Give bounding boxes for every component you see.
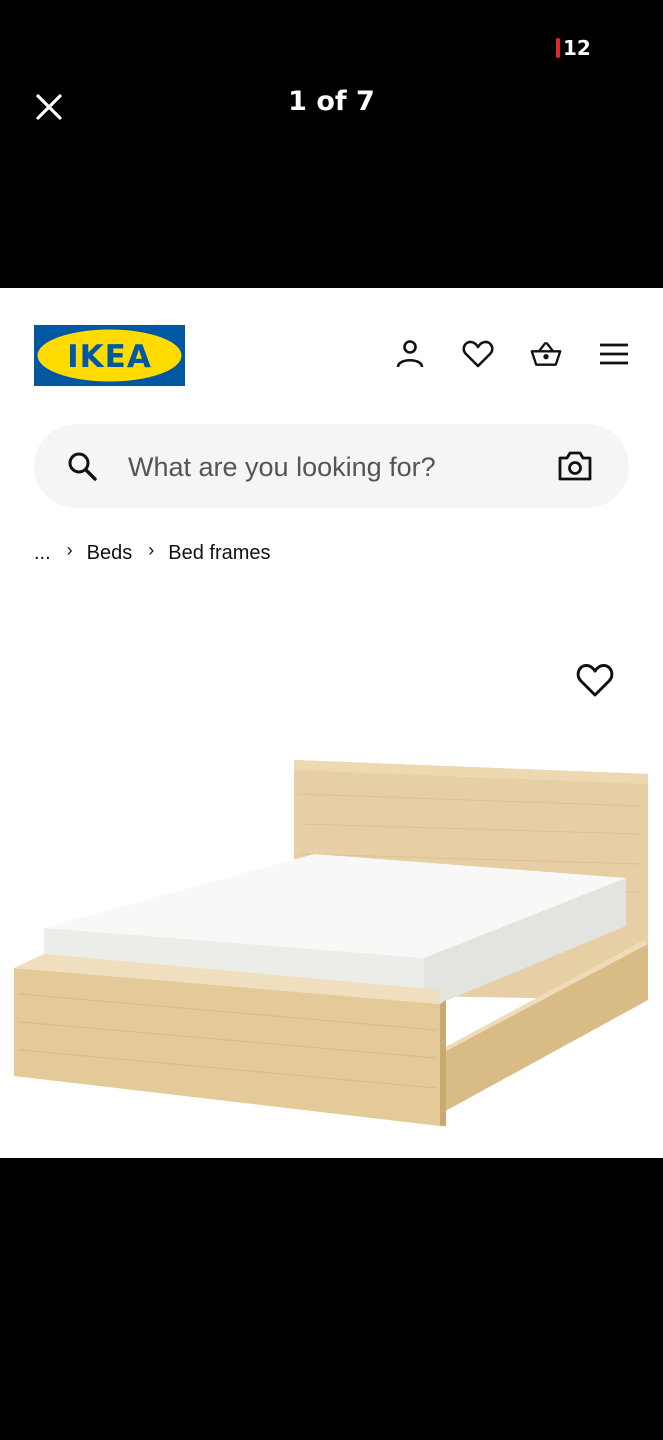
menu-button[interactable] [598, 338, 630, 370]
add-to-wishlist-heart-icon[interactable] [576, 662, 614, 698]
breadcrumb: ... › Beds › Bed frames [34, 540, 271, 565]
status-indicator [556, 38, 560, 58]
wishlist-button[interactable] [462, 338, 494, 370]
account-button[interactable] [394, 338, 426, 370]
breadcrumb-bed-frames[interactable]: Bed frames [168, 542, 270, 565]
breadcrumb-ellipsis[interactable]: ... [34, 542, 51, 565]
image-viewer-header: 12 1 of 7 [0, 0, 663, 288]
basket-button[interactable] [530, 338, 562, 370]
breadcrumb-beds[interactable]: Beds [87, 542, 133, 565]
camera-search-icon[interactable] [557, 450, 593, 482]
search-icon[interactable] [66, 450, 98, 482]
status-count: 12 [563, 36, 591, 60]
ikea-logo[interactable]: IKEA [34, 325, 185, 386]
search-input[interactable] [126, 444, 530, 490]
header-icons [394, 338, 630, 370]
image-viewer-footer [0, 1158, 663, 1440]
basket-icon [530, 342, 562, 366]
status-badge: 12 [556, 36, 591, 60]
search-bar [34, 424, 629, 508]
webpage-screenshot: IKEA What are you looking for? ... › Bed… [0, 288, 663, 1158]
chevron-right-icon: › [66, 540, 73, 560]
menu-icon [600, 343, 628, 365]
account-icon [396, 340, 424, 368]
heart-icon [462, 340, 494, 368]
chevron-right-icon: › [148, 540, 155, 560]
image-counter: 1 of 7 [288, 86, 375, 117]
logo-wordmark: IKEA [67, 339, 152, 375]
bed-frame-product-image [14, 760, 648, 1126]
